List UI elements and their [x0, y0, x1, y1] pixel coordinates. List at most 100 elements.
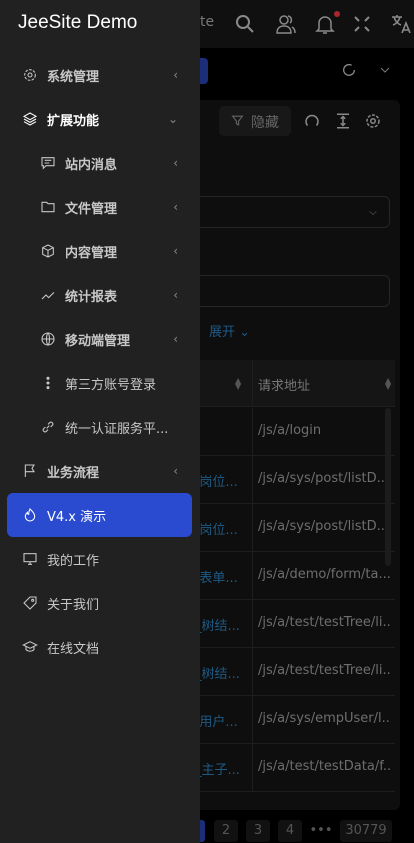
table-row[interactable]: /岗位... /js/a/sys/post/listD... — [195, 504, 395, 552]
chevron-down-icon[interactable] — [378, 64, 392, 76]
table-row[interactable]: /js/a/login — [195, 408, 395, 456]
table-cell-url: /js/a/demo/form/ta... — [258, 567, 390, 582]
app-logo[interactable]: JeeSite Demo — [18, 12, 137, 34]
table-cell-url: /js/a/test/testTree/li... — [258, 615, 390, 630]
refresh-icon[interactable] — [341, 62, 357, 78]
table-cell-url: /js/a/login — [258, 423, 322, 438]
sidebar-item-extensions[interactable]: 扩展功能 ⌄ — [0, 99, 200, 139]
link-icon — [42, 421, 54, 433]
translate-icon[interactable] — [389, 12, 413, 36]
monitor-icon — [23, 553, 37, 565]
bell-icon[interactable] — [313, 12, 337, 36]
sidebar-item-label: 在线文档 — [47, 641, 100, 657]
more-icon — [46, 376, 50, 390]
gear-icon — [24, 69, 36, 81]
table-cell-name[interactable]: /用户... — [195, 696, 253, 743]
chevron-down-icon — [369, 211, 377, 216]
sidebar-item-label: 统计报表 — [65, 289, 118, 305]
chevron-left-icon: ‹ — [173, 68, 178, 82]
message-icon — [41, 157, 55, 170]
sidebar-item-system-management[interactable]: 系统管理 ‹ — [0, 55, 200, 95]
sidebar-item-mobile-management[interactable]: 移动端管理 ‹ — [0, 319, 200, 359]
table-cell-name[interactable]: _主子... — [195, 744, 253, 791]
cap-icon — [22, 641, 38, 652]
sidebar-item-sso-platform[interactable]: 统一认证服务平... — [0, 407, 200, 447]
settings-icon[interactable] — [364, 112, 382, 130]
globe-icon — [41, 332, 55, 346]
tag-icon — [23, 596, 37, 610]
hide-label: 隐藏 — [251, 115, 279, 131]
sidebar-item-online-docs[interactable]: 在线文档 — [0, 627, 200, 667]
notification-dot — [334, 11, 340, 17]
expand-link[interactable]: 展开 ⌄ — [209, 321, 250, 340]
table-cell-url: /js/a/test/testTree/li... — [258, 663, 390, 678]
fullscreen-icon[interactable] — [350, 12, 374, 36]
sidebar-item-label: 我的工作 — [47, 553, 100, 569]
folder-icon — [41, 201, 55, 213]
page-item[interactable]: 30779 — [340, 820, 392, 842]
column-height-icon[interactable] — [334, 112, 352, 130]
sidebar-item-label: 统一认证服务平... — [65, 421, 169, 437]
expand-label: 展开 — [209, 325, 236, 340]
table-scrollbar[interactable] — [385, 408, 391, 566]
chevron-left-icon: ‹ — [173, 244, 178, 258]
chevron-down-icon: ⌄ — [167, 112, 178, 126]
chevron-left-icon: ‹ — [173, 332, 178, 346]
table-header: ▲ ▼ 请求地址 ▲ ▼ — [195, 360, 395, 407]
sidebar-item-reports[interactable]: 统计报表 ‹ — [0, 275, 200, 315]
sort-icon[interactable]: ▲ ▼ — [385, 377, 391, 391]
chevron-left-icon: ‹ — [173, 288, 178, 302]
sidebar-item-label: 内容管理 — [65, 245, 118, 261]
chevron-left-icon: ‹ — [173, 156, 178, 170]
users-icon[interactable] — [274, 12, 298, 36]
page-item[interactable]: ••• — [308, 820, 334, 842]
sidebar-item-label: 站内消息 — [65, 157, 118, 173]
sidebar-item-content-management[interactable]: 内容管理 ‹ — [0, 231, 200, 271]
sidebar-item-file-management[interactable]: 文件管理 ‹ — [0, 187, 200, 227]
chevron-left-icon: ‹ — [173, 200, 178, 214]
table-cell-url: /js/a/sys/empUser/l... — [258, 711, 390, 726]
table-row[interactable]: /用户... /js/a/sys/empUser/l... — [195, 696, 395, 744]
header-request-url[interactable]: 请求地址 — [258, 375, 390, 394]
box-icon — [42, 244, 54, 258]
sidebar-item-label: V4.x 演示 — [47, 509, 107, 525]
sidebar: JeeSite Demo 系统管理 ‹ 扩展功能 ⌄ 站内消息 ‹ 文件管理 ‹ 内容管理 ‹ 统计… — [0, 0, 200, 843]
reload-icon[interactable] — [303, 112, 321, 130]
table-row[interactable]: /表单... /js/a/demo/form/ta... — [195, 552, 395, 600]
sidebar-item-third-party-login[interactable]: 第三方账号登录 — [0, 363, 200, 403]
table-cell-name[interactable]: /岗位... — [195, 504, 253, 551]
table-cell-url: /js/a/sys/post/listD... — [258, 471, 390, 486]
page-item[interactable]: 4 — [278, 820, 302, 842]
text-input[interactable] — [195, 275, 390, 307]
header-cell[interactable]: ▲ ▼ — [195, 360, 253, 406]
table-cell-name[interactable]: _树结... — [195, 648, 253, 695]
table-row[interactable]: /岗位... /js/a/sys/post/listD... — [195, 456, 395, 504]
table-row[interactable]: _树结... /js/a/test/testTree/li... — [195, 648, 395, 696]
chevron-left-icon: ‹ — [173, 464, 178, 478]
sidebar-item-v4-demo[interactable]: V4.x 演示 — [7, 493, 192, 537]
sidebar-item-label: 移动端管理 — [65, 333, 131, 349]
page-item[interactable]: 2 — [214, 820, 238, 842]
sidebar-item-my-work[interactable]: 我的工作 — [0, 539, 200, 579]
table-row[interactable]: _树结... /js/a/test/testTree/li... — [195, 600, 395, 648]
sidebar-item-about-us[interactable]: 关于我们 — [0, 583, 200, 623]
filter-icon — [231, 115, 244, 126]
chart-icon — [41, 291, 55, 300]
table-row[interactable]: _主子... /js/a/test/testData/f... — [195, 744, 395, 792]
hide-button[interactable]: 隐藏 — [219, 106, 291, 136]
flag-icon — [24, 464, 35, 477]
sidebar-item-workflow[interactable]: 业务流程 ‹ — [0, 451, 200, 491]
table-cell-name[interactable]: /表单... — [195, 552, 253, 599]
select-field[interactable] — [195, 196, 390, 228]
sidebar-item-label: 关于我们 — [47, 597, 100, 613]
page-item[interactable]: 3 — [246, 820, 270, 842]
search-icon[interactable] — [233, 12, 257, 36]
layers-icon — [22, 112, 38, 126]
sidebar-item-messages[interactable]: 站内消息 ‹ — [0, 143, 200, 183]
table-cell-name[interactable] — [195, 408, 253, 455]
table-cell-url: /js/a/sys/post/listD... — [258, 519, 390, 534]
table-cell-name[interactable]: _树结... — [195, 600, 253, 647]
table-cell-name[interactable]: /岗位... — [195, 456, 253, 503]
sidebar-item-label: 第三方账号登录 — [65, 377, 157, 393]
fire-icon — [24, 508, 36, 522]
